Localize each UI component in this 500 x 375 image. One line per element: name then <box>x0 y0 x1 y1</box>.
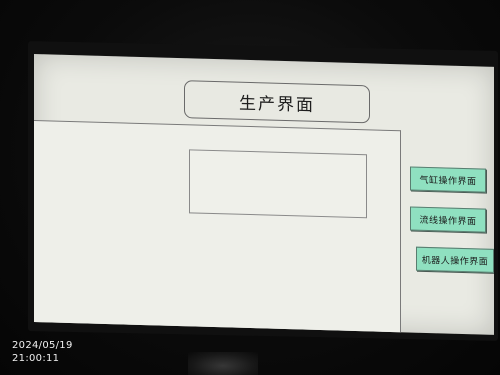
photo-date-stamp: 2024/05/19 <box>12 340 73 351</box>
photo-time-stamp: 21:00:11 <box>12 353 60 364</box>
display-box <box>189 149 367 219</box>
photo-frame: 生产界面 气缸操作界面 流线操作界面 机器人操作界面 2024/05/19 21… <box>0 0 500 375</box>
cylinder-operation-button[interactable]: 气缸操作界面 <box>410 166 486 193</box>
robot-operation-button[interactable]: 机器人操作界面 <box>416 246 494 273</box>
main-content-panel <box>34 120 401 334</box>
hmi-screen: 生产界面 气缸操作界面 流线操作界面 机器人操作界面 <box>34 54 494 335</box>
page-title: 生产界面 <box>184 80 370 124</box>
monitor-base <box>188 352 258 375</box>
flow-line-operation-button[interactable]: 流线操作界面 <box>410 206 486 233</box>
